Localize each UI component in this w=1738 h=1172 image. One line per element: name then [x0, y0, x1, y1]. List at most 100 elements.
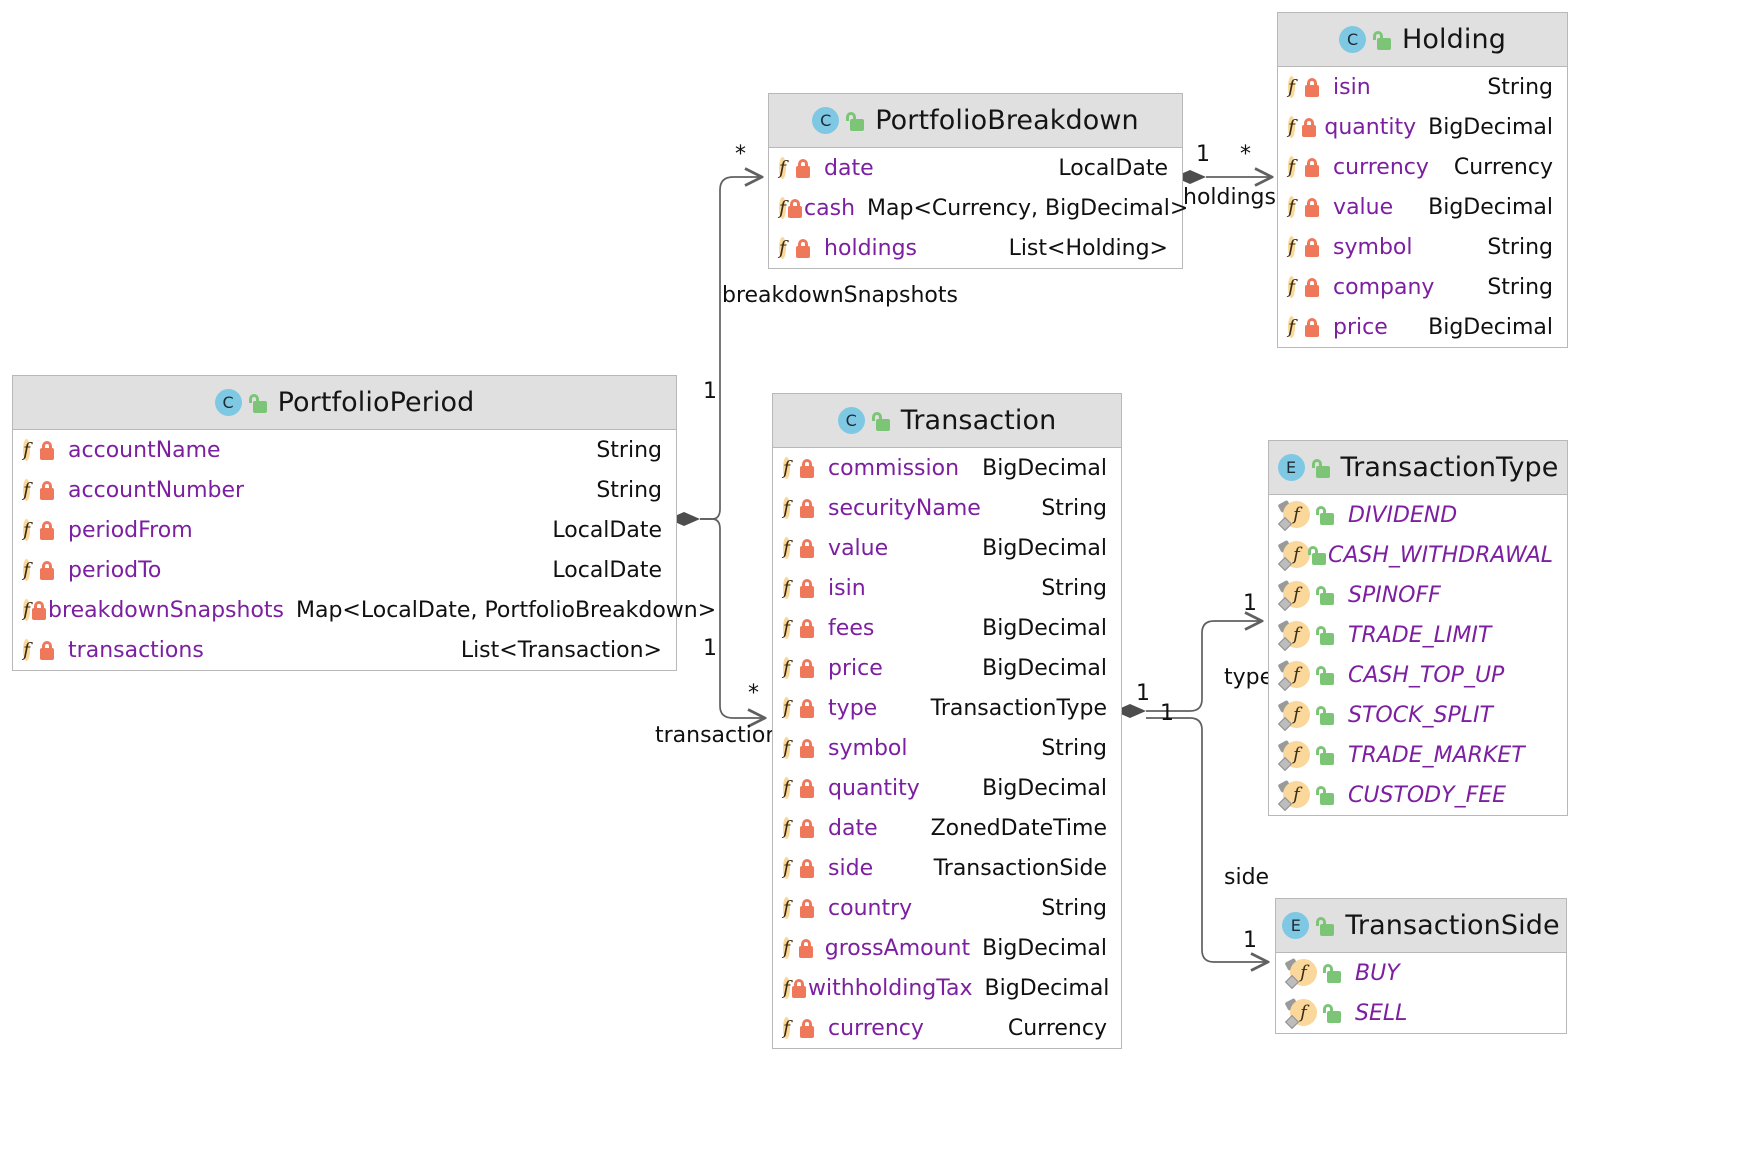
- locked-icon: [798, 858, 816, 878]
- field-row[interactable]: f isin String: [773, 568, 1121, 608]
- class-box-transactionSide[interactable]: E TransactionSide f BUY f SELL: [1275, 898, 1567, 1034]
- field-row[interactable]: f accountName String: [13, 430, 676, 470]
- field-type: BigDecimal: [982, 935, 1107, 961]
- field-row[interactable]: f STOCK_SPLIT: [1269, 695, 1567, 735]
- locked-icon: [798, 578, 816, 598]
- class-icon: C: [837, 407, 865, 434]
- edge-mult-type-source: 1: [1136, 681, 1150, 706]
- locked-icon: [38, 520, 56, 540]
- unlocked-icon: [1323, 963, 1343, 983]
- locked-icon: [30, 600, 48, 620]
- locked-icon: [786, 198, 804, 218]
- field-row[interactable]: f periodFrom LocalDate: [13, 510, 676, 550]
- class-icon: C: [812, 107, 840, 134]
- field-row[interactable]: f periodTo LocalDate: [13, 550, 676, 590]
- locked-icon: [794, 158, 812, 178]
- enum-constant-icon: f: [1277, 579, 1310, 611]
- locked-icon: [798, 898, 816, 918]
- field-row[interactable]: f BUY: [1276, 953, 1566, 993]
- unlocked-icon: [1323, 1003, 1343, 1023]
- class-box-transaction[interactable]: C Transaction f commission BigDecimal f securi…: [772, 393, 1122, 1049]
- field-row[interactable]: f DIVIDEND: [1269, 495, 1567, 535]
- unlocked-icon: [1316, 505, 1336, 525]
- class-name-holding: Holding: [1402, 24, 1506, 55]
- field-row[interactable]: f holdings List<Holding>: [769, 228, 1182, 268]
- field-row[interactable]: f breakdownSnapshots Map<LocalDate, Portfo…: [13, 590, 716, 630]
- field-row[interactable]: f symbol String: [1278, 227, 1567, 267]
- unlocked-icon: [1316, 745, 1336, 765]
- field-row[interactable]: f price BigDecimal: [773, 648, 1121, 688]
- field-icon: f: [23, 518, 31, 541]
- field-type: BigDecimal: [1428, 194, 1553, 220]
- field-icon: f: [783, 576, 791, 599]
- class-fields-holding: f isin String f quantity BigDecimal f currency C…: [1278, 67, 1567, 347]
- field-row[interactable]: f TRADE_MARKET: [1269, 735, 1567, 775]
- field-row[interactable]: f securityName String: [773, 488, 1121, 528]
- field-row[interactable]: f quantity BigDecimal: [1278, 107, 1567, 147]
- field-row[interactable]: f TRADE_LIMIT: [1269, 615, 1567, 655]
- field-icon: f: [23, 478, 31, 501]
- field-icon: f: [1288, 115, 1296, 138]
- unlocked-icon: [1316, 625, 1336, 645]
- unlocked-icon: [248, 393, 269, 413]
- field-name: accountName: [68, 437, 221, 463]
- field-name: commission: [828, 455, 960, 481]
- field-icon: f: [783, 496, 791, 519]
- locked-icon: [798, 818, 816, 838]
- field-row[interactable]: f transactions List<Transaction>: [13, 630, 676, 670]
- field-name: company: [1333, 274, 1435, 300]
- field-row[interactable]: f quantity BigDecimal: [773, 768, 1121, 808]
- field-row[interactable]: f type TransactionType: [773, 688, 1121, 728]
- field-icon: f: [783, 1016, 791, 1039]
- field-row[interactable]: f accountNumber String: [13, 470, 676, 510]
- field-row[interactable]: f CASH_TOP_UP: [1269, 655, 1567, 695]
- field-row[interactable]: f withholdingTax BigDecimal: [773, 968, 1121, 1008]
- field-name: SPINOFF: [1348, 582, 1441, 608]
- field-row[interactable]: f value BigDecimal: [1278, 187, 1567, 227]
- field-row[interactable]: f value BigDecimal: [773, 528, 1121, 568]
- field-row[interactable]: f symbol String: [773, 728, 1121, 768]
- field-row[interactable]: f commission BigDecimal: [773, 448, 1121, 488]
- field-row[interactable]: f SELL: [1276, 993, 1566, 1033]
- field-name: date: [828, 815, 878, 841]
- locked-icon: [790, 978, 808, 998]
- locked-icon: [38, 640, 56, 660]
- field-name: BUY: [1355, 960, 1400, 986]
- locked-icon: [797, 938, 815, 958]
- class-box-portfolioBreakdown[interactable]: C PortfolioBreakdown f date LocalDate f cash Ma…: [768, 93, 1188, 269]
- field-row[interactable]: f CASH_WITHDRAWAL: [1269, 535, 1567, 575]
- field-row[interactable]: f CUSTODY_FEE: [1269, 775, 1567, 815]
- field-type: String: [1487, 74, 1553, 100]
- uml-class-diagram-canvas: breakdownSnapshots 1 * transactions 1 * …: [0, 0, 1738, 1172]
- class-name-portfolioBreakdown: PortfolioBreakdown: [875, 105, 1139, 136]
- field-row[interactable]: f SPINOFF: [1269, 575, 1567, 615]
- field-row[interactable]: f date ZonedDateTime: [773, 808, 1121, 848]
- field-icon: f: [783, 696, 791, 719]
- field-name: currency: [1333, 154, 1429, 180]
- enum-constant-icon: f: [1277, 739, 1310, 771]
- class-header-transactionSide: E TransactionSide: [1276, 899, 1566, 953]
- field-icon: f: [23, 598, 31, 621]
- field-row[interactable]: f side TransactionSide: [773, 848, 1121, 888]
- field-type: Map<Currency, BigDecimal>: [867, 195, 1189, 221]
- field-row[interactable]: f grossAmount BigDecimal: [773, 928, 1121, 968]
- locked-icon: [38, 560, 56, 580]
- field-row[interactable]: f currency Currency: [1278, 147, 1567, 187]
- field-row[interactable]: f company String: [1278, 267, 1567, 307]
- class-box-transactionType[interactable]: E TransactionType f DIVIDEND f CASH_WITHDRAWA…: [1268, 440, 1568, 816]
- locked-icon: [1303, 197, 1321, 217]
- field-row[interactable]: f fees BigDecimal: [773, 608, 1121, 648]
- field-type: BigDecimal: [1428, 314, 1553, 340]
- field-row[interactable]: f country String: [773, 888, 1121, 928]
- class-box-holding[interactable]: C Holding f isin String f quantity BigDecimal f c…: [1277, 12, 1568, 348]
- class-name-portfolioPeriod: PortfolioPeriod: [277, 387, 475, 418]
- field-name: price: [1333, 314, 1388, 340]
- field-row[interactable]: f price BigDecimal: [1278, 307, 1567, 347]
- field-icon: f: [783, 816, 791, 839]
- field-row[interactable]: f cash Map<Currency, BigDecimal>: [769, 188, 1188, 228]
- class-box-portfolioPeriod[interactable]: C PortfolioPeriod f accountName String f accou…: [12, 375, 716, 671]
- field-row[interactable]: f isin String: [1278, 67, 1567, 107]
- locked-icon: [1300, 117, 1318, 137]
- field-row[interactable]: f currency Currency: [773, 1008, 1121, 1048]
- field-row[interactable]: f date LocalDate: [769, 148, 1182, 188]
